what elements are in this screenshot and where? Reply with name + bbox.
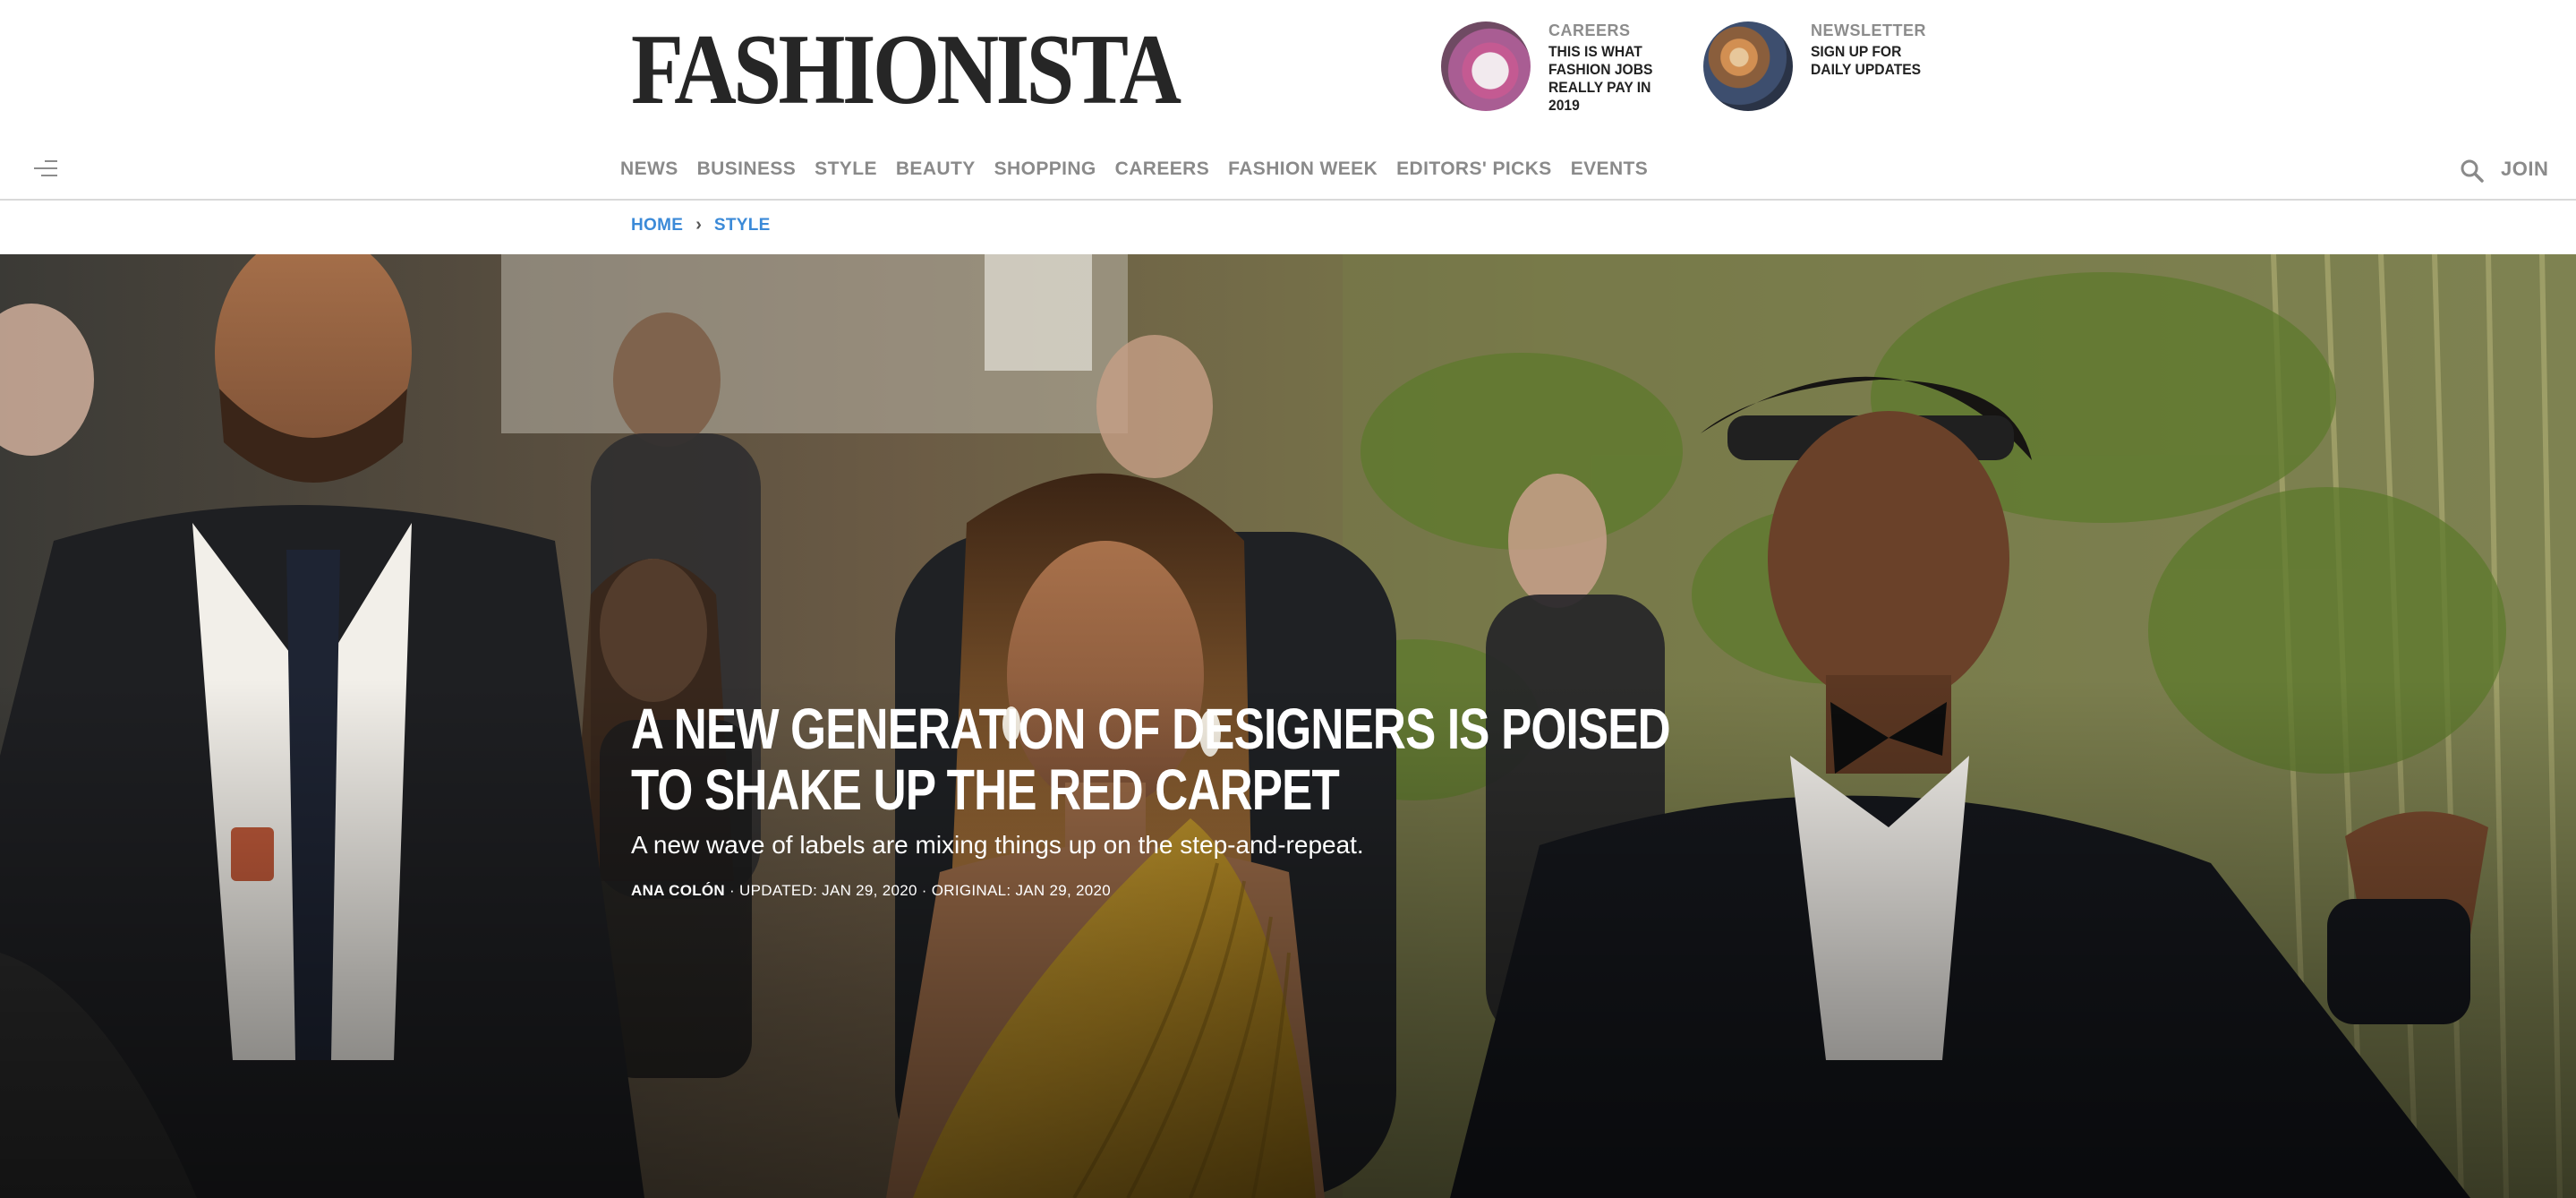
article-dek: A new wave of labels are mixing things u…: [631, 831, 1364, 859]
nav-item-news[interactable]: NEWS: [620, 158, 678, 181]
page: FASHIONISTA CAREERS THIS IS WHAT FASHION…: [0, 0, 2576, 1198]
nav-item-careers[interactable]: CAREERS: [1115, 158, 1209, 181]
nav-item-beauty[interactable]: BEAUTY: [896, 158, 976, 181]
promo-careers-title[interactable]: THIS IS WHAT FASHION JOBS REALLY PAY IN …: [1548, 43, 1664, 115]
promo-careers[interactable]: CAREERS THIS IS WHAT FASHION JOBS REALLY…: [1441, 21, 1692, 115]
nav-item-business[interactable]: BUSINESS: [697, 158, 797, 181]
site-logo[interactable]: FASHIONISTA: [631, 20, 1181, 120]
promo-newsletter[interactable]: NEWSLETTER SIGN UP FOR DAILY UPDATES: [1703, 21, 1954, 115]
nav-item-events[interactable]: EVENTS: [1571, 158, 1648, 181]
nav-item-fashion-week[interactable]: FASHION WEEK: [1228, 158, 1378, 181]
breadcrumb-home[interactable]: HOME: [631, 216, 683, 235]
article-byline: ANA COLÓN · UPDATED: JAN 29, 2020 · ORIG…: [631, 882, 1111, 900]
nav-list: NEWS BUSINESS STYLE BEAUTY SHOPPING CARE…: [620, 158, 1667, 181]
article-headline[interactable]: A NEW GENERATION OF DESIGNERS IS POISED …: [631, 698, 1705, 820]
promo-newsletter-kicker[interactable]: NEWSLETTER: [1811, 21, 1926, 40]
breadcrumb-style[interactable]: STYLE: [714, 216, 771, 235]
nav-item-editors-picks[interactable]: EDITORS' PICKS: [1396, 158, 1552, 181]
breadcrumb: HOME › STYLE: [631, 215, 771, 235]
promo-newsletter-thumbnail[interactable]: [1703, 21, 1793, 111]
promo-careers-kicker[interactable]: CAREERS: [1548, 21, 1631, 40]
nav-item-style[interactable]: STYLE: [815, 158, 877, 181]
menu-icon[interactable]: [34, 158, 57, 178]
author-link[interactable]: ANA COLÓN: [631, 882, 725, 899]
masthead: FASHIONISTA CAREERS THIS IS WHAT FASHION…: [0, 0, 2576, 143]
breadcrumb-separator: ›: [695, 215, 702, 235]
search-icon[interactable]: [2460, 158, 2485, 184]
nav-item-shopping[interactable]: SHOPPING: [994, 158, 1096, 181]
main-nav: NEWS BUSINESS STYLE BEAUTY SHOPPING CARE…: [0, 143, 2576, 201]
article-dates: · UPDATED: JAN 29, 2020 · ORIGINAL: JAN …: [725, 882, 1112, 899]
promo-newsletter-title[interactable]: SIGN UP FOR DAILY UPDATES: [1811, 43, 1926, 79]
join-button[interactable]: JOIN: [2501, 158, 2548, 181]
promo-careers-thumbnail[interactable]: [1441, 21, 1531, 111]
